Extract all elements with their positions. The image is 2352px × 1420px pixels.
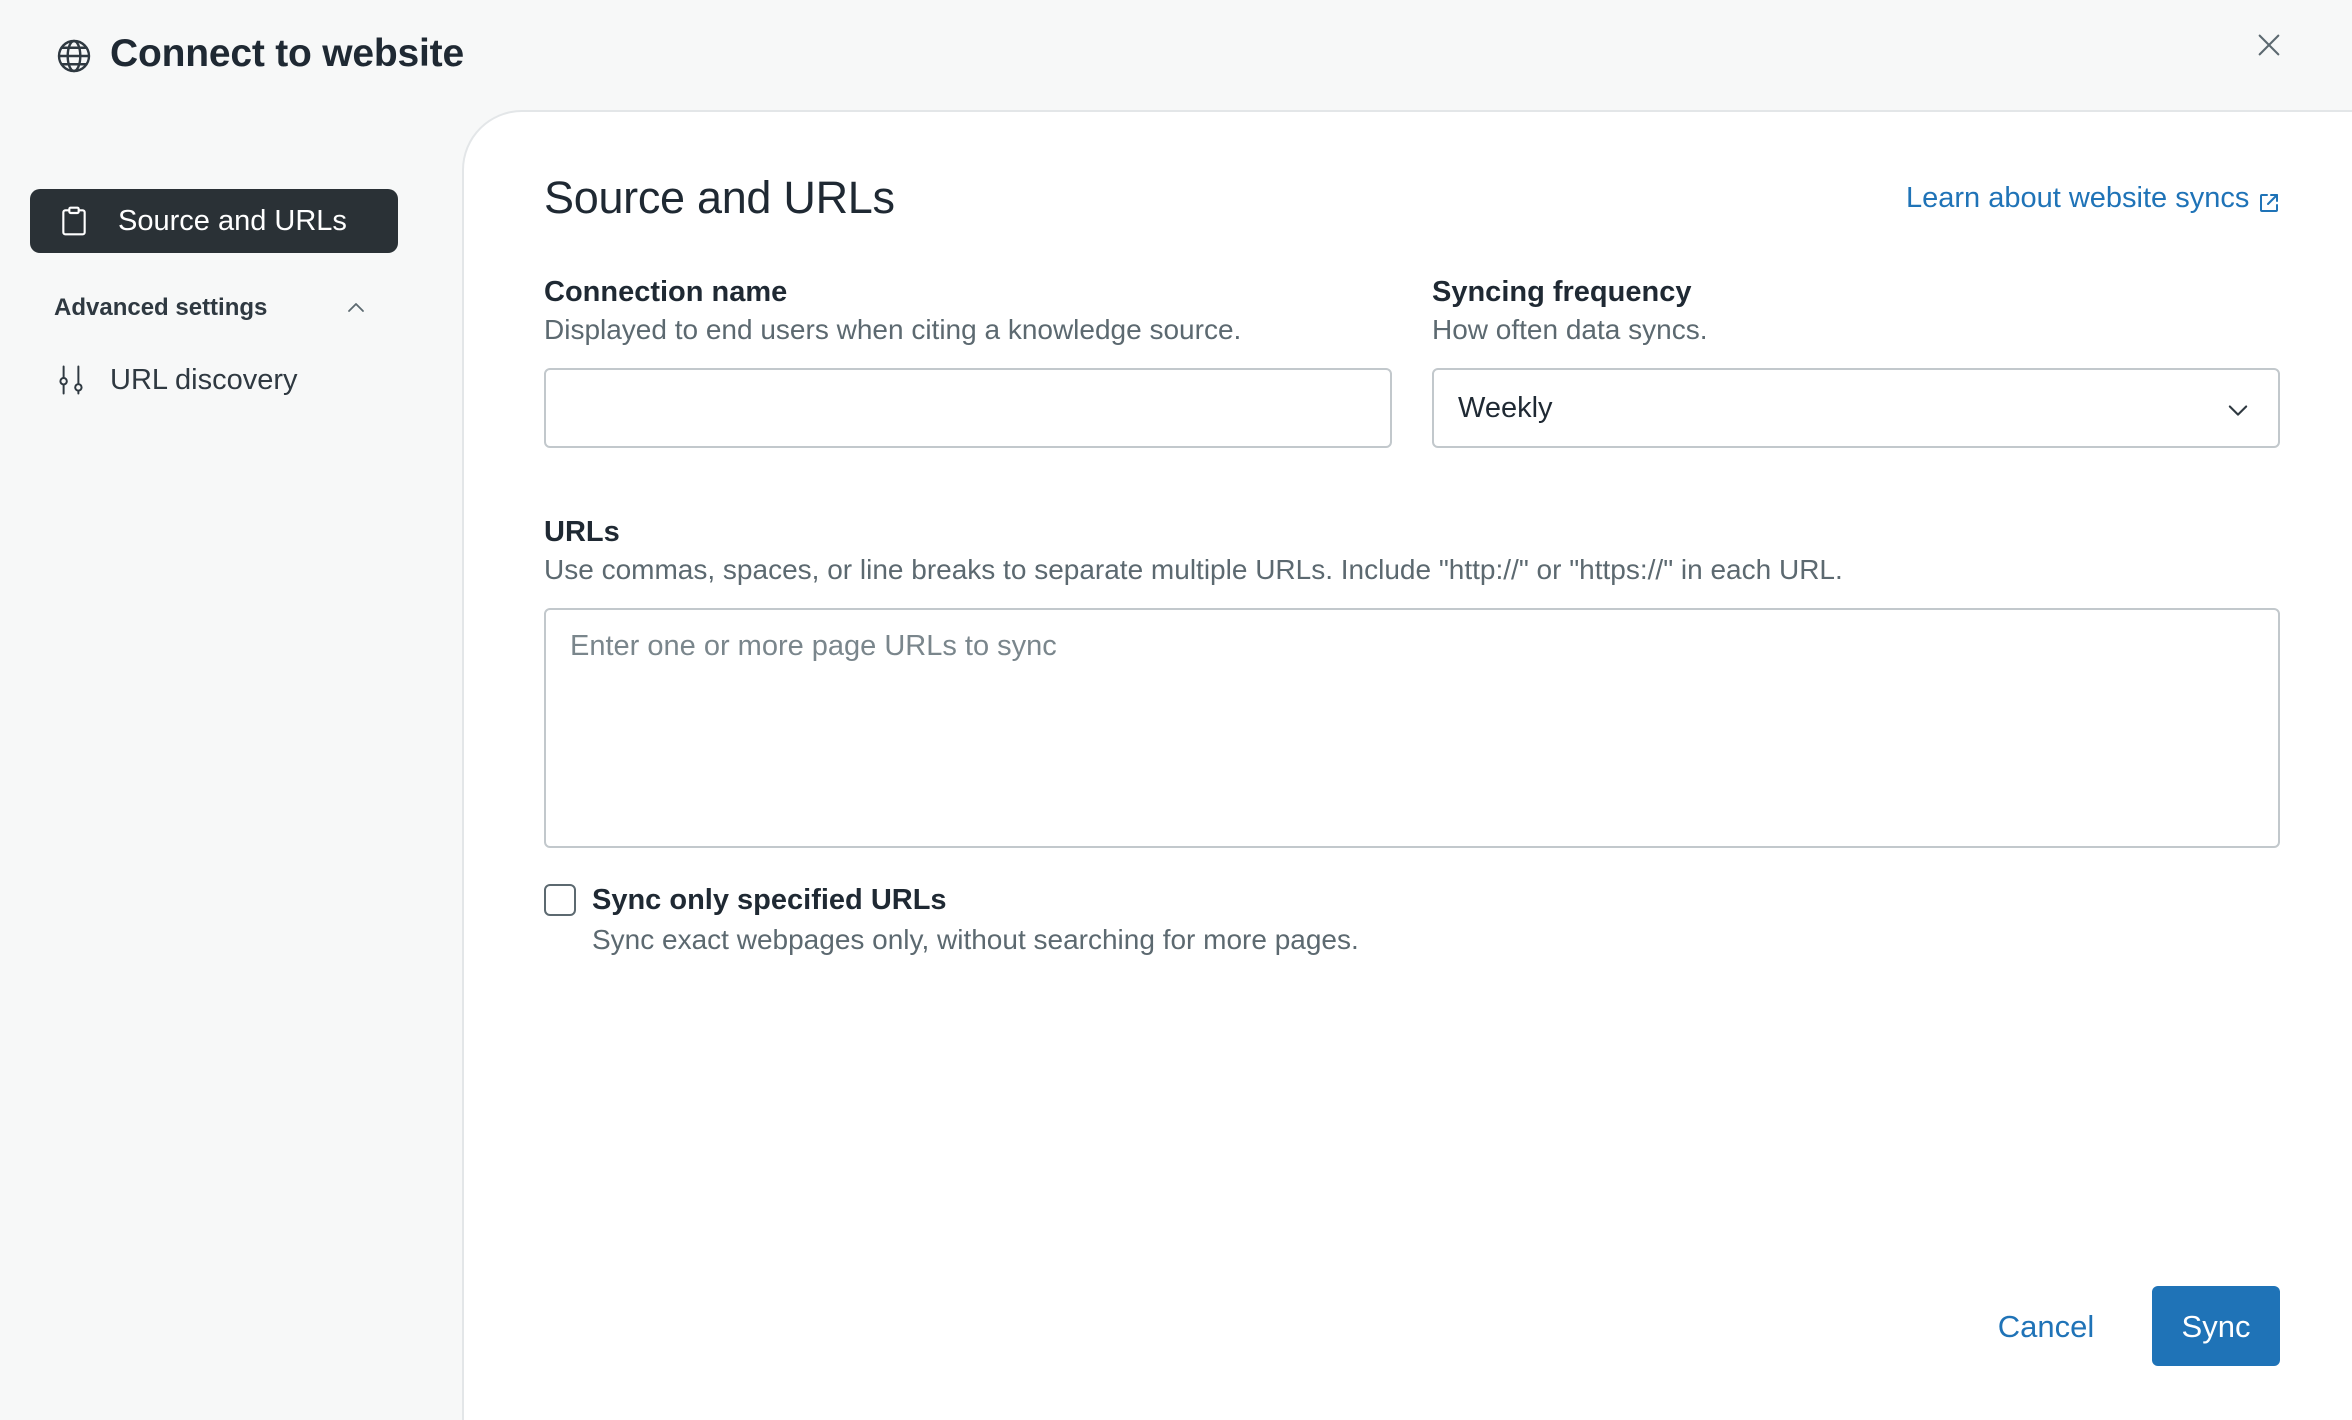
- globe-icon: [56, 38, 92, 74]
- learn-website-syncs-link[interactable]: Learn about website syncs: [1906, 178, 2281, 218]
- syncing-frequency-select[interactable]: Weekly: [1432, 368, 2280, 448]
- sidebar: Source and URLs Advanced settings URL di…: [0, 110, 462, 1420]
- connection-name-label: Connection name: [544, 276, 788, 308]
- sync-only-hint: Sync exact webpages only, without search…: [592, 924, 1359, 955]
- sidebar-item-url-discovery[interactable]: URL discovery: [30, 352, 398, 408]
- urls-textarea[interactable]: [544, 608, 2280, 848]
- modal-header: Connect to website: [0, 0, 2352, 110]
- sync-only-label: Sync only specified URLs: [592, 884, 947, 916]
- syncing-frequency-hint: How often data syncs.: [1432, 314, 1708, 345]
- select-value: Weekly: [1458, 392, 1553, 424]
- sidebar-item-source-and-urls[interactable]: Source and URLs: [30, 189, 398, 253]
- advanced-settings-label: Advanced settings: [54, 294, 268, 321]
- section-title: Source and URLs: [544, 172, 895, 223]
- syncing-frequency-label: Syncing frequency: [1432, 276, 1692, 308]
- sync-button[interactable]: Sync: [2152, 1286, 2280, 1366]
- urls-label: URLs: [544, 516, 620, 548]
- chevron-up-icon: [344, 296, 368, 320]
- chevron-down-icon: [2224, 396, 2252, 424]
- external-link-icon: [2257, 186, 2281, 212]
- advanced-settings-toggle[interactable]: Advanced settings: [54, 288, 374, 328]
- sidebar-item-label: URL discovery: [110, 364, 298, 396]
- content-panel: Source and URLs Learn about website sync…: [462, 110, 2352, 1420]
- connection-name-hint: Displayed to end users when citing a kno…: [544, 314, 1242, 345]
- close-button[interactable]: [2252, 30, 2286, 64]
- urls-hint: Use commas, spaces, or line breaks to se…: [544, 554, 1843, 585]
- sliders-icon: [56, 364, 86, 396]
- connect-website-modal: Connect to website Source and URLs Advan…: [0, 0, 2352, 1420]
- sync-only-checkbox[interactable]: [544, 884, 576, 916]
- sidebar-item-label: Source and URLs: [118, 205, 347, 237]
- clipboard-icon: [58, 205, 90, 237]
- learn-link-label: Learn about website syncs: [1906, 182, 2250, 214]
- close-icon: [2255, 31, 2283, 64]
- connection-name-input[interactable]: [544, 368, 1392, 448]
- cancel-button[interactable]: Cancel: [1976, 1286, 2116, 1366]
- modal-title: Connect to website: [110, 32, 464, 75]
